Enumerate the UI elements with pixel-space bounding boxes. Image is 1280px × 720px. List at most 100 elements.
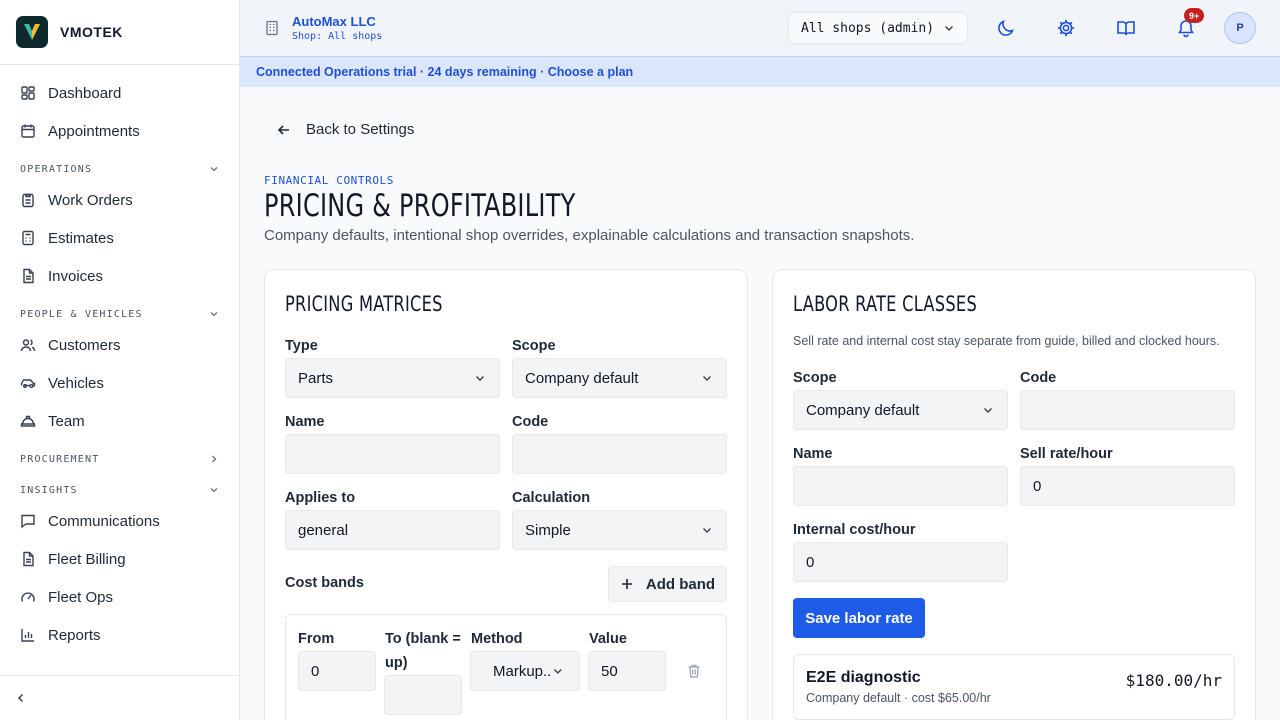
calendar-icon <box>21 124 35 138</box>
add-band-button[interactable]: Add band <box>608 566 727 602</box>
user-avatar[interactable]: P <box>1224 12 1256 44</box>
nav-section-people-vehicles[interactable]: PEOPLE & VEHICLES <box>20 305 220 323</box>
brand-name: VMOTEK <box>60 24 123 40</box>
labor-rate-list-item[interactable]: E2E diagnostic Company default · cost $6… <box>793 654 1235 720</box>
band-to-label: To (blank = up) <box>385 631 461 671</box>
nav-section-procurement[interactable]: PROCUREMENT <box>20 450 220 468</box>
band-method-value: Markup.. <box>493 662 552 680</box>
current-shop: Shop: All shops <box>292 31 383 42</box>
nav-section-operations[interactable]: OPERATIONS <box>20 160 220 178</box>
labor-rate-description: Sell rate and internal cost stay separat… <box>793 334 1220 348</box>
nav-work-orders[interactable]: Work Orders <box>0 181 239 219</box>
nav-team-label: Team <box>48 412 85 430</box>
scope-label: Scope <box>512 338 556 354</box>
clipboard-icon <box>22 193 34 208</box>
sell-rate-input[interactable]: 0 <box>1020 466 1235 506</box>
type-label: Type <box>285 338 318 354</box>
chevron-down-icon <box>703 528 711 533</box>
band-to-input[interactable] <box>384 675 462 715</box>
labor-code-input[interactable] <box>1020 390 1235 430</box>
brand[interactable]: VMOTEK <box>0 0 239 65</box>
labor-rate-meta: Company default · cost $65.00/hr <box>806 691 991 705</box>
chevron-down-icon <box>210 167 218 172</box>
main-content: Back to Settings FINANCIAL CONTROLS PRIC… <box>240 87 1280 720</box>
nav-customers-label: Customers <box>48 336 121 354</box>
dashboard-icon <box>21 86 35 100</box>
calculation-label: Calculation <box>512 490 591 506</box>
band-from-input[interactable]: 0 <box>298 651 376 691</box>
plus-icon <box>621 579 632 589</box>
nav-appointments-label: Appointments <box>48 122 140 140</box>
type-select-value: Parts <box>298 369 334 387</box>
top-bar: AutoMax LLC Shop: All shops All shops (a… <box>240 0 1280 56</box>
nav-vehicles[interactable]: Vehicles <box>0 364 239 402</box>
page-subtitle: Company defaults, intentional shop overr… <box>264 227 915 244</box>
chevron-down-icon <box>210 312 218 317</box>
internal-cost-input[interactable]: 0 <box>793 542 1008 582</box>
sell-rate-label: Sell rate/hour <box>1020 446 1113 462</box>
nav-invoices[interactable]: Invoices <box>0 257 239 295</box>
applies-to-input[interactable]: general <box>285 510 500 550</box>
cost-band-row: From 0 To (blank = up) Method Markup.. V… <box>285 614 727 720</box>
nav-dashboard[interactable]: Dashboard <box>0 74 239 112</box>
settings-button[interactable] <box>1054 16 1078 40</box>
band-value-input[interactable]: 50 <box>588 651 666 691</box>
nav-fleet-ops-label: Fleet Ops <box>48 588 114 606</box>
code-label: Code <box>512 414 549 430</box>
nav-estimates[interactable]: Estimates <box>0 219 239 257</box>
labor-scope-select[interactable]: Company default <box>793 390 1008 430</box>
calculation-select[interactable]: Simple <box>512 510 727 550</box>
chevron-down-icon <box>984 408 992 413</box>
internal-cost-label: Internal cost/hour <box>793 522 916 538</box>
theme-toggle-button[interactable] <box>994 16 1018 40</box>
matrix-code-input[interactable] <box>512 434 727 474</box>
labor-rate-classes-title: LABOR RATE CLASSES <box>793 292 978 316</box>
nav-work-orders-label: Work Orders <box>48 191 133 209</box>
band-from-label: From <box>298 631 335 647</box>
shop-selector[interactable]: All shops (admin) <box>788 12 968 44</box>
back-to-settings-label: Back to Settings <box>306 121 415 138</box>
scope-select[interactable]: Company default <box>512 358 727 398</box>
labor-code-label: Code <box>1020 370 1057 386</box>
back-to-settings-link[interactable]: Back to Settings <box>276 121 414 138</box>
nav-vehicles-label: Vehicles <box>48 374 104 392</box>
nav-appointments[interactable]: Appointments <box>0 112 239 150</box>
band-method-select[interactable]: Markup.. <box>470 651 580 691</box>
trial-banner[interactable]: Connected Operations trial · 24 days rem… <box>240 56 1280 87</box>
save-labor-rate-button[interactable]: Save labor rate <box>793 598 925 638</box>
pricing-matrices-card: PRICING MATRICES Type Parts Scope Compan… <box>264 269 748 720</box>
delete-band-button[interactable] <box>684 661 704 681</box>
sidebar: VMOTEK Dashboard Appointments OPERATIONS… <box>0 0 240 720</box>
hard-hat-icon <box>20 415 36 427</box>
type-select[interactable]: Parts <box>285 358 500 398</box>
nav-estimates-label: Estimates <box>48 229 114 247</box>
organization-switcher[interactable]: AutoMax LLC Shop: All shops <box>264 14 382 42</box>
labor-name-input[interactable] <box>793 466 1008 506</box>
nav-section-insights[interactable]: INSIGHTS <box>20 481 220 499</box>
chevron-down-icon <box>554 669 563 674</box>
labor-rate-classes-card: LABOR RATE CLASSES Sell rate and interna… <box>772 269 1256 720</box>
vmotek-logo-icon <box>16 16 48 48</box>
collapse-sidebar-button[interactable] <box>0 675 239 720</box>
nav-customers[interactable]: Customers <box>0 326 239 364</box>
car-icon <box>20 379 36 389</box>
nav-fleet-ops[interactable]: Fleet Ops <box>0 578 239 616</box>
nav-section-people-vehicles-label: PEOPLE & VEHICLES <box>20 308 143 320</box>
chevron-down-icon <box>476 376 484 381</box>
chevron-down-icon <box>945 26 953 31</box>
nav-section-insights-label: INSIGHTS <box>20 484 78 496</box>
matrix-name-input[interactable] <box>285 434 500 474</box>
page-eyebrow: FINANCIAL CONTROLS <box>264 174 395 187</box>
arrow-left-icon <box>277 124 289 135</box>
nav-fleet-billing[interactable]: Fleet Billing <box>0 540 239 578</box>
nav-team[interactable]: Team <box>0 402 239 440</box>
docs-button[interactable] <box>1114 16 1138 40</box>
nav-fleet-billing-label: Fleet Billing <box>48 550 126 568</box>
nav-communications[interactable]: Communications <box>0 502 239 540</box>
message-square-icon <box>21 514 35 529</box>
nav-reports[interactable]: Reports <box>0 616 239 654</box>
labor-scope-value: Company default <box>806 401 920 419</box>
nav-invoices-label: Invoices <box>48 267 104 285</box>
book-open-icon <box>1117 21 1135 36</box>
chevron-left-icon <box>17 693 24 703</box>
